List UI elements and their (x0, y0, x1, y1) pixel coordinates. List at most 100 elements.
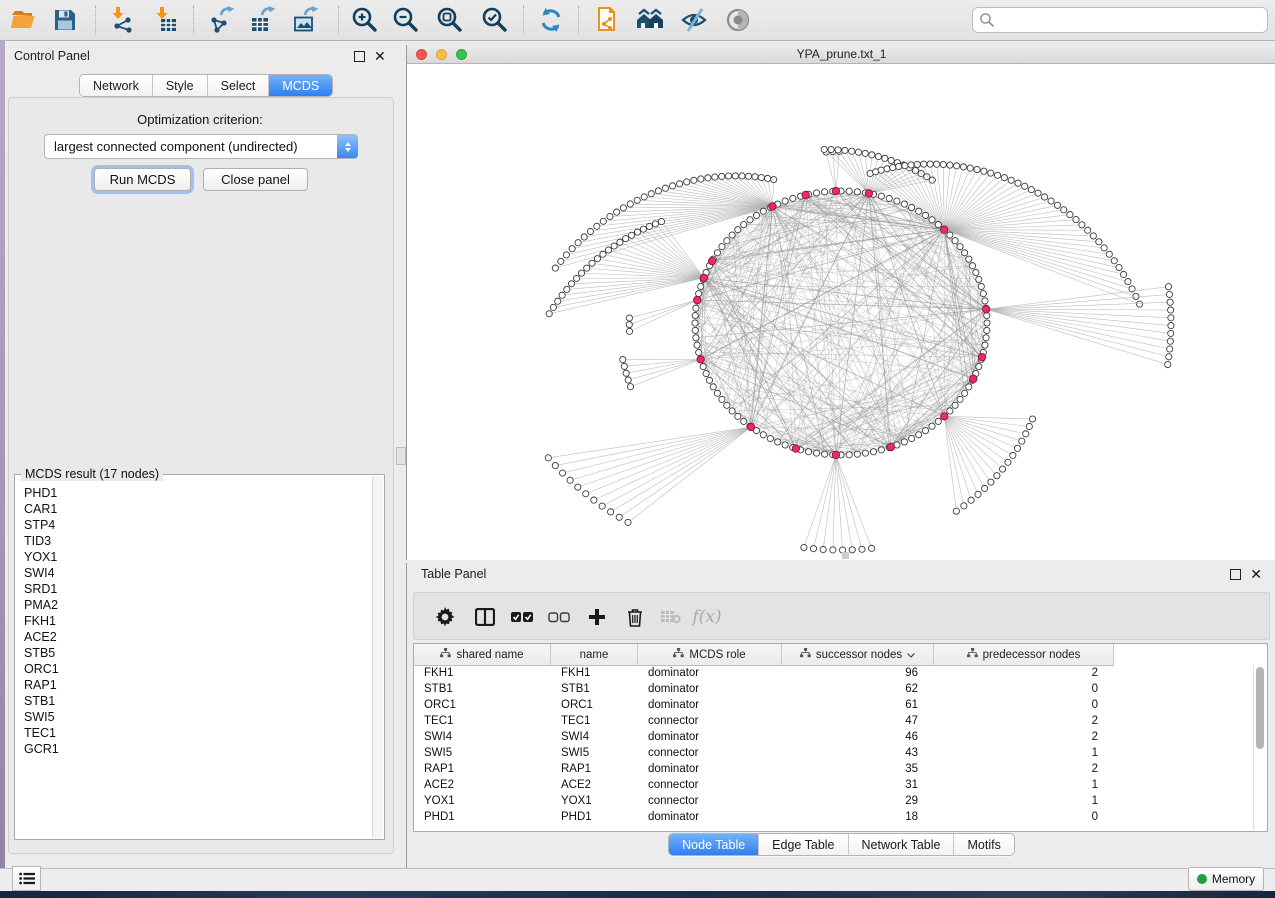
cell-shared-name[interactable]: PHD1 (414, 811, 551, 823)
cell-name[interactable]: STB1 (551, 683, 638, 695)
tab-select[interactable]: Select (208, 75, 270, 96)
cell-name[interactable]: YOX1 (551, 795, 638, 807)
table-row[interactable]: ORC1ORC1dominator610 (414, 697, 1253, 713)
table-scrollbar[interactable] (1253, 665, 1267, 830)
tab-style[interactable]: Style (153, 75, 208, 96)
cell-shared-name[interactable]: STB1 (414, 683, 551, 695)
cell-predecessor-nodes[interactable]: 1 (934, 779, 1114, 791)
tab-network[interactable]: Network (80, 75, 153, 96)
cell-successor-nodes[interactable]: 61 (782, 699, 934, 711)
cell-name[interactable]: ACE2 (551, 779, 638, 791)
run-mcds-button[interactable]: Run MCDS (94, 168, 191, 191)
cell-MCDS-role[interactable]: dominator (638, 699, 782, 711)
mcds-result-item[interactable]: SWI4 (24, 565, 373, 581)
cell-successor-nodes[interactable]: 46 (782, 731, 934, 743)
network-window-titlebar[interactable]: YPA_prune.txt_1 (407, 45, 1275, 64)
cell-shared-name[interactable]: TEC1 (414, 715, 551, 727)
cell-successor-nodes[interactable]: 43 (782, 747, 934, 759)
mcds-result-item[interactable]: YOX1 (24, 549, 373, 565)
column-header-shared-name[interactable]: shared name (414, 644, 551, 665)
table-row[interactable]: ACE2ACE2connector311 (414, 777, 1253, 793)
cell-successor-nodes[interactable]: 35 (782, 763, 934, 775)
mcds-result-item[interactable]: CAR1 (24, 501, 373, 517)
cell-MCDS-role[interactable]: connector (638, 779, 782, 791)
table-row[interactable]: YOX1YOX1connector291 (414, 793, 1253, 809)
import-network-icon[interactable] (107, 5, 137, 35)
scrollbar[interactable] (372, 476, 383, 838)
cell-predecessor-nodes[interactable]: 2 (934, 731, 1114, 743)
mcds-result-item[interactable]: SWI5 (24, 709, 373, 725)
cell-predecessor-nodes[interactable]: 2 (934, 763, 1114, 775)
cell-successor-nodes[interactable]: 62 (782, 683, 934, 695)
close-icon[interactable]: ✕ (1250, 570, 1262, 579)
column-layout-icon[interactable] (470, 602, 500, 632)
search-input[interactable] (995, 10, 1267, 30)
cell-successor-nodes[interactable]: 47 (782, 715, 934, 727)
cell-name[interactable]: ORC1 (551, 699, 638, 711)
cell-predecessor-nodes[interactable]: 2 (934, 667, 1114, 679)
mcds-result-item[interactable]: STB1 (24, 693, 373, 709)
network-canvas[interactable] (407, 63, 1275, 560)
cell-name[interactable]: SWI4 (551, 731, 638, 743)
export-image-icon[interactable] (291, 5, 321, 35)
scrollbar-thumb[interactable] (1256, 667, 1264, 749)
memory-button[interactable]: Memory (1188, 867, 1264, 891)
hide-details-icon[interactable] (679, 5, 709, 35)
mcds-result-item[interactable]: ACE2 (24, 629, 373, 645)
cell-shared-name[interactable]: ACE2 (414, 779, 551, 791)
mcds-result-item[interactable]: GCR1 (24, 741, 373, 757)
column-header-MCDS-role[interactable]: MCDS role (638, 644, 782, 665)
cell-MCDS-role[interactable]: dominator (638, 731, 782, 743)
cell-name[interactable]: SWI5 (551, 747, 638, 759)
optimization-criterion-select[interactable]: largest connected component (undirected) (44, 134, 358, 159)
table-row[interactable]: FKH1FKH1dominator962 (414, 665, 1253, 681)
network-view-window[interactable]: YPA_prune.txt_1 (406, 45, 1275, 560)
cell-MCDS-role[interactable]: dominator (638, 763, 782, 775)
float-window-icon[interactable] (354, 51, 365, 62)
horizontal-splitter-handle[interactable] (842, 552, 849, 559)
cell-MCDS-role[interactable]: dominator (638, 683, 782, 695)
cell-shared-name[interactable]: FKH1 (414, 667, 551, 679)
mcds-result-item[interactable]: RAP1 (24, 677, 373, 693)
show-panel-list-button[interactable] (12, 866, 41, 891)
search-field[interactable] (972, 7, 1268, 33)
cell-name[interactable]: FKH1 (551, 667, 638, 679)
deselect-all-checkboxes-icon[interactable] (544, 602, 574, 632)
cell-MCDS-role[interactable]: dominator (638, 811, 782, 823)
zoom-in-icon[interactable] (350, 5, 380, 35)
cell-shared-name[interactable]: YOX1 (414, 795, 551, 807)
cell-name[interactable]: PHD1 (551, 811, 638, 823)
cell-shared-name[interactable]: SWI5 (414, 747, 551, 759)
open-file-icon[interactable] (8, 5, 38, 35)
column-header-name[interactable]: name (551, 644, 638, 665)
table-row[interactable]: RAP1RAP1dominator352 (414, 761, 1253, 777)
column-header-successor-nodes[interactable]: successor nodes (782, 644, 934, 665)
cell-successor-nodes[interactable]: 96 (782, 667, 934, 679)
cell-shared-name[interactable]: SWI4 (414, 731, 551, 743)
function-builder-icon[interactable]: f(x) (692, 602, 722, 632)
import-table-icon[interactable] (151, 5, 181, 35)
cell-name[interactable]: RAP1 (551, 763, 638, 775)
mcds-result-item[interactable]: STB5 (24, 645, 373, 661)
cell-predecessor-nodes[interactable]: 1 (934, 747, 1114, 759)
mcds-result-item[interactable]: PHD1 (24, 485, 373, 501)
add-column-icon[interactable] (582, 602, 612, 632)
tab-network-table[interactable]: Network Table (849, 834, 955, 855)
cell-predecessor-nodes[interactable]: 2 (934, 715, 1114, 727)
zoom-selected-icon[interactable] (480, 5, 510, 35)
cell-successor-nodes[interactable]: 31 (782, 779, 934, 791)
cell-shared-name[interactable]: RAP1 (414, 763, 551, 775)
tab-edge-table[interactable]: Edge Table (759, 834, 848, 855)
table-row[interactable]: TEC1TEC1connector472 (414, 713, 1253, 729)
cell-name[interactable]: TEC1 (551, 715, 638, 727)
cell-shared-name[interactable]: ORC1 (414, 699, 551, 711)
export-table-icon[interactable] (248, 5, 278, 35)
delete-column-trash-icon[interactable] (620, 602, 650, 632)
cell-predecessor-nodes[interactable]: 0 (934, 811, 1114, 823)
select-all-checkboxes-icon[interactable] (507, 602, 537, 632)
table-settings-gear-icon[interactable] (430, 602, 460, 632)
mcds-result-item[interactable]: SRD1 (24, 581, 373, 597)
vertical-splitter-handle[interactable] (396, 447, 406, 465)
table-row[interactable]: SWI5SWI5connector431 (414, 745, 1253, 761)
mcds-result-item[interactable]: PMA2 (24, 597, 373, 613)
